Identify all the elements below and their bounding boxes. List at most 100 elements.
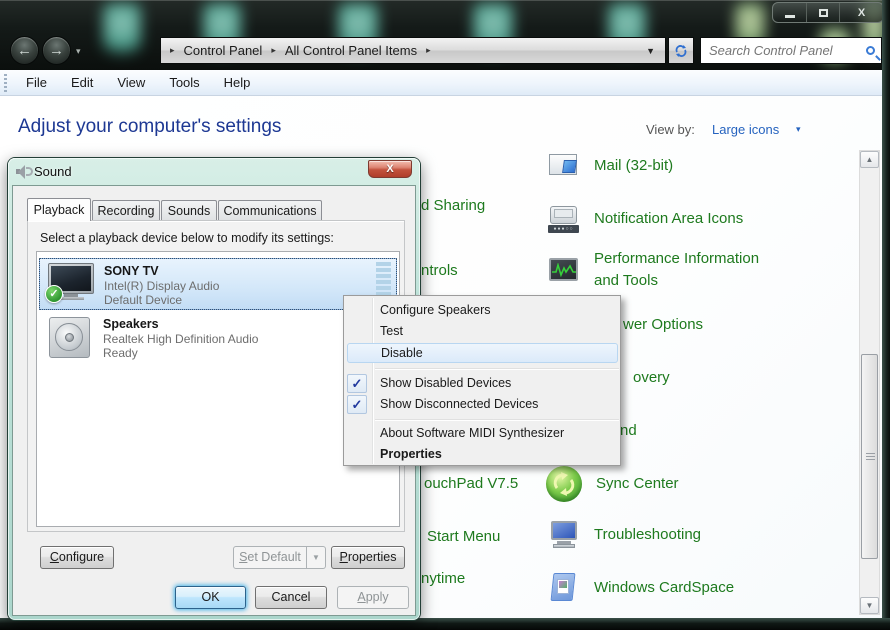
breadcrumb-all-items[interactable]: All Control Panel Items xyxy=(285,43,417,58)
refresh-icon xyxy=(674,44,688,58)
menu-view[interactable]: View xyxy=(105,75,157,90)
tab-playback[interactable]: Playback xyxy=(27,198,91,221)
page-title: Adjust your computer's settings xyxy=(18,116,281,138)
configure-button[interactable]: Configure xyxy=(40,546,114,569)
sync-center-icon xyxy=(546,466,582,502)
back-button[interactable]: ← xyxy=(10,36,39,65)
sound-dialog-close-button[interactable]: X xyxy=(368,160,412,178)
chevron-down-icon: ▾ xyxy=(76,46,81,56)
cp-item-mail[interactable]: Mail (32-bit) xyxy=(548,150,829,182)
cp-item-partial-anytime[interactable]: nytime xyxy=(421,570,465,587)
cp-item-partial-recovery[interactable]: overy xyxy=(633,369,670,386)
cp-item-partial-touchpad[interactable]: ouchPad V7.5 xyxy=(424,475,518,492)
tab-recording[interactable]: Recording xyxy=(92,200,160,220)
chevron-down-icon[interactable]: ▾ xyxy=(796,124,801,135)
scroll-down-icon: ▼ xyxy=(866,601,874,610)
cp-item-partial-start-menu[interactable]: Start Menu xyxy=(427,528,500,545)
scroll-down-button[interactable]: ▼ xyxy=(860,597,879,614)
scrollbar-thumb[interactable] xyxy=(861,354,878,559)
view-by-dropdown[interactable]: Large icons xyxy=(712,122,779,137)
breadcrumb-control-panel[interactable]: Control Panel xyxy=(184,43,263,58)
window-titlebar: X ← → ▾ ▸ Control Panel ▸ All Control Pa… xyxy=(0,0,890,70)
scroll-up-icon: ▲ xyxy=(866,155,874,164)
apply-button[interactable]: Apply xyxy=(337,586,409,609)
check-icon: ✓ xyxy=(347,395,367,414)
menu-help[interactable]: Help xyxy=(212,75,263,90)
check-icon: ✓ xyxy=(347,374,367,393)
cp-item-label[interactable]: Performance Information and Tools xyxy=(594,248,779,292)
cp-item-partial-controls[interactable]: ntrols xyxy=(421,262,458,279)
notification-area-icon: ●●●○○ xyxy=(548,203,580,235)
forward-button[interactable]: → xyxy=(42,36,71,65)
search-icon[interactable] xyxy=(866,46,875,55)
set-default-dropdown[interactable]: ▼ xyxy=(307,546,326,569)
tab-communications[interactable]: Communications xyxy=(218,200,322,220)
menu-item-show-disabled-devices[interactable]: ✓ Show Disabled Devices xyxy=(347,373,618,394)
forward-icon: → xyxy=(49,42,64,59)
performance-icon xyxy=(548,254,580,286)
cp-item-label[interactable]: Sync Center xyxy=(596,473,831,495)
menu-item-properties[interactable]: Properties xyxy=(347,444,618,465)
minimize-icon xyxy=(785,15,795,18)
close-button[interactable]: X xyxy=(839,3,883,22)
menu-item-configure-speakers[interactable]: Configure Speakers xyxy=(347,300,618,321)
cp-item-label[interactable]: Mail (32-bit) xyxy=(594,155,829,177)
menubar: File Edit View Tools Help xyxy=(0,70,890,96)
minimize-button[interactable] xyxy=(773,3,806,22)
playback-instruction: Select a playback device below to modify… xyxy=(40,231,334,245)
view-by-label: View by: xyxy=(646,122,695,137)
device-description: Realtek High Definition Audio xyxy=(103,332,258,346)
cancel-button[interactable]: Cancel xyxy=(255,586,327,609)
tab-sounds[interactable]: Sounds xyxy=(161,200,217,220)
cp-item-label[interactable]: Troubleshooting xyxy=(594,524,829,546)
cp-item-label[interactable]: Notification Area Icons xyxy=(594,208,829,230)
recent-pages-dropdown[interactable]: ▾ xyxy=(76,46,81,57)
back-icon: ← xyxy=(17,42,32,59)
menu-tools[interactable]: Tools xyxy=(157,75,211,90)
cp-item-cardspace[interactable]: Windows CardSpace xyxy=(548,572,829,604)
breadcrumb[interactable]: ▸ Control Panel ▸ All Control Panel Item… xyxy=(160,37,666,64)
menubar-grip xyxy=(4,74,7,92)
caption-buttons: X xyxy=(772,2,884,23)
cp-item-partial-sound[interactable]: nd xyxy=(620,422,637,439)
device-status: Ready xyxy=(103,346,138,360)
menu-file[interactable]: File xyxy=(14,75,59,90)
vertical-scrollbar[interactable]: ▲ ▼ xyxy=(859,150,880,615)
speaker-icon xyxy=(49,317,90,358)
set-default-button[interactable]: Set Default xyxy=(233,546,307,569)
sound-dialog-title: Sound xyxy=(34,164,72,179)
troubleshooting-icon xyxy=(548,519,580,551)
device-status: Default Device xyxy=(104,293,182,307)
device-context-menu: Configure Speakers Test Disable ✓ Show D… xyxy=(343,295,621,466)
crumb-arrow-icon: ▸ xyxy=(426,45,431,56)
address-dropdown-icon[interactable]: ▼ xyxy=(646,46,655,56)
screen: X ← → ▾ ▸ Control Panel ▸ All Control Pa… xyxy=(0,0,890,630)
cp-item-partial-power-options[interactable]: wer Options xyxy=(623,316,703,333)
mail-icon xyxy=(548,150,580,182)
menu-separator xyxy=(375,419,619,420)
cp-item-notification-area-icons[interactable]: ●●●○○ Notification Area Icons xyxy=(548,203,829,235)
close-icon: X xyxy=(858,7,865,19)
menu-item-disable[interactable]: Disable xyxy=(347,343,618,363)
search-input[interactable] xyxy=(707,42,866,59)
menu-edit[interactable]: Edit xyxy=(59,75,105,90)
menu-item-show-disconnected-devices[interactable]: ✓ Show Disconnected Devices xyxy=(347,394,618,415)
device-name: Speakers xyxy=(103,317,159,331)
cp-item-partial-sharing[interactable]: d Sharing xyxy=(421,197,485,214)
cp-item-sync-center[interactable]: Sync Center xyxy=(546,466,831,502)
ok-button[interactable]: OK xyxy=(175,586,246,609)
maximize-button[interactable] xyxy=(806,3,839,22)
properties-button[interactable]: Properties xyxy=(331,546,405,569)
window-frame-right xyxy=(882,0,890,622)
crumb-arrow-icon: ▸ xyxy=(170,45,175,56)
scroll-up-button[interactable]: ▲ xyxy=(860,151,879,168)
refresh-button[interactable] xyxy=(668,37,694,64)
menu-separator xyxy=(375,368,619,369)
cp-item-label[interactable]: Windows CardSpace xyxy=(594,577,829,599)
device-description: Intel(R) Display Audio xyxy=(104,279,219,293)
cp-item-troubleshooting[interactable]: Troubleshooting xyxy=(548,519,829,551)
cp-item-performance[interactable]: Performance Information and Tools xyxy=(548,248,779,292)
default-device-check-icon: ✓ xyxy=(45,285,63,303)
menu-item-about-midi-synthesizer[interactable]: About Software MIDI Synthesizer xyxy=(347,423,618,444)
menu-item-test[interactable]: Test xyxy=(347,321,618,342)
